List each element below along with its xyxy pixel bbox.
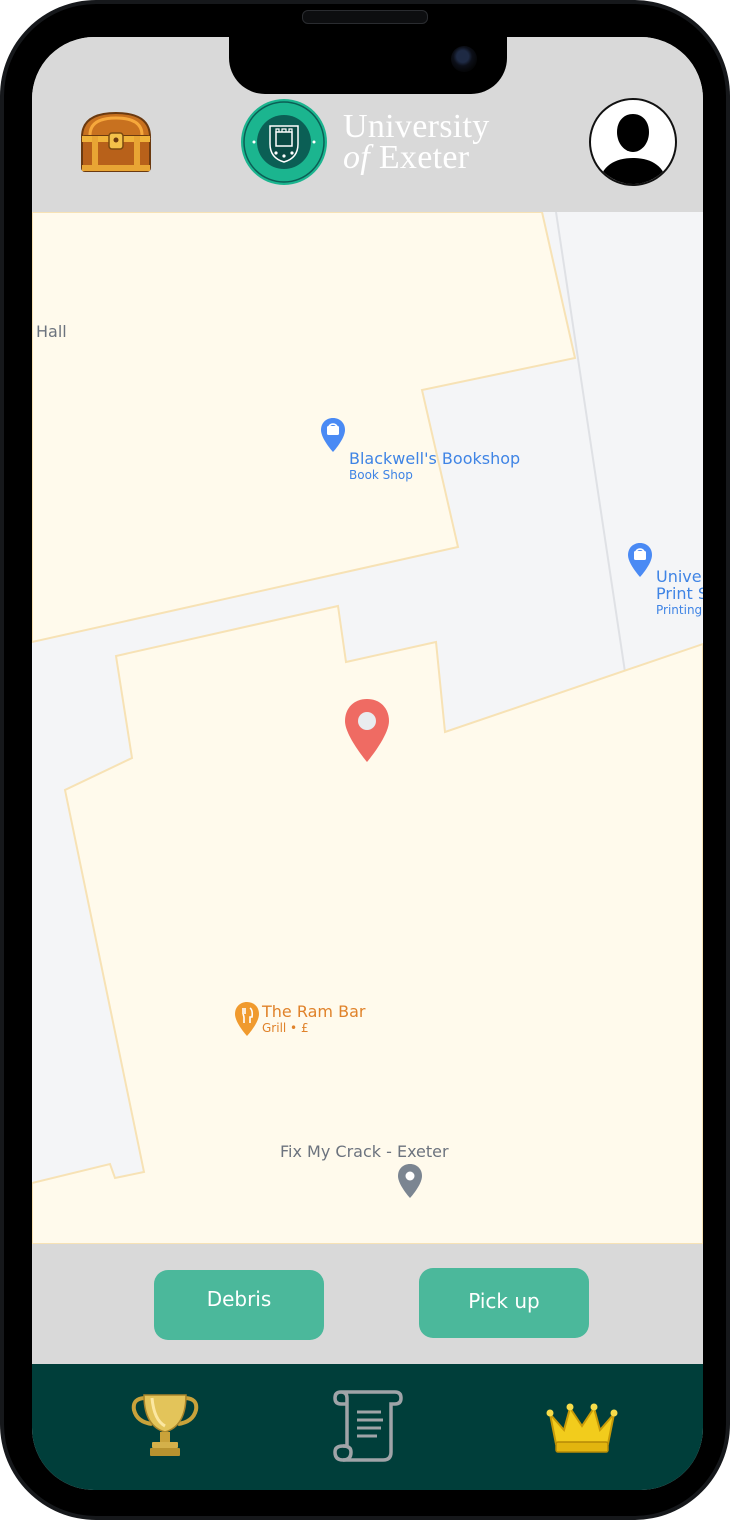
treasure-chest-icon[interactable] [76, 109, 156, 175]
device-notch [229, 37, 507, 94]
crown-icon[interactable] [546, 1400, 618, 1459]
phone-frame: University of Exeter Hall Blackwell's Bo… [0, 0, 730, 1520]
map-label-hall: Hall [36, 322, 67, 341]
map-label-print-shop-category: Printing [656, 603, 703, 617]
camera-icon [451, 46, 477, 72]
map-label-fix-my-crack: Fix My Crack - Exeter [280, 1142, 449, 1161]
pickup-button[interactable]: Pick up [419, 1268, 589, 1338]
restaurant-pin-icon[interactable] [234, 1001, 260, 1037]
brand-exeter: Exeter [370, 139, 470, 176]
map-label-print-shop-line2: Print S [656, 584, 703, 603]
university-seal-logo [240, 98, 328, 186]
brand-of: of [343, 139, 371, 176]
map-label-blackwells: Blackwell's Bookshop [349, 449, 521, 468]
bottom-nav [32, 1364, 703, 1490]
profile-avatar-button[interactable] [589, 98, 677, 186]
scroll-icon[interactable] [331, 1386, 407, 1469]
app-screen: University of Exeter Hall Blackwell's Bo… [32, 37, 703, 1490]
service-pin-icon[interactable] [397, 1163, 423, 1199]
map-label-blackwells-category: Book Shop [349, 468, 413, 482]
current-location-pin-icon[interactable] [344, 698, 390, 764]
phone-bezel: University of Exeter Hall Blackwell's Bo… [4, 4, 726, 1516]
trophy-icon[interactable] [128, 1392, 202, 1463]
map-label-ram-bar: The Ram Bar [262, 1002, 366, 1021]
debris-button[interactable]: Debris [154, 1270, 324, 1340]
brand-line-2: of Exeter [343, 139, 490, 176]
bookshop-pin-icon[interactable] [320, 417, 346, 453]
map-view[interactable]: Hall Blackwell's Bookshop Book Shop Univ… [32, 212, 703, 1244]
map-label-ram-bar-category: Grill • £ [262, 1021, 309, 1035]
university-wordmark: University of Exeter [343, 108, 490, 176]
user-silhouette-icon [599, 114, 667, 184]
action-bar: Debris Pick up [32, 1244, 703, 1364]
earpiece-speaker [302, 10, 428, 24]
print-shop-pin-icon[interactable] [627, 542, 653, 578]
brand-line-1: University [343, 108, 490, 145]
